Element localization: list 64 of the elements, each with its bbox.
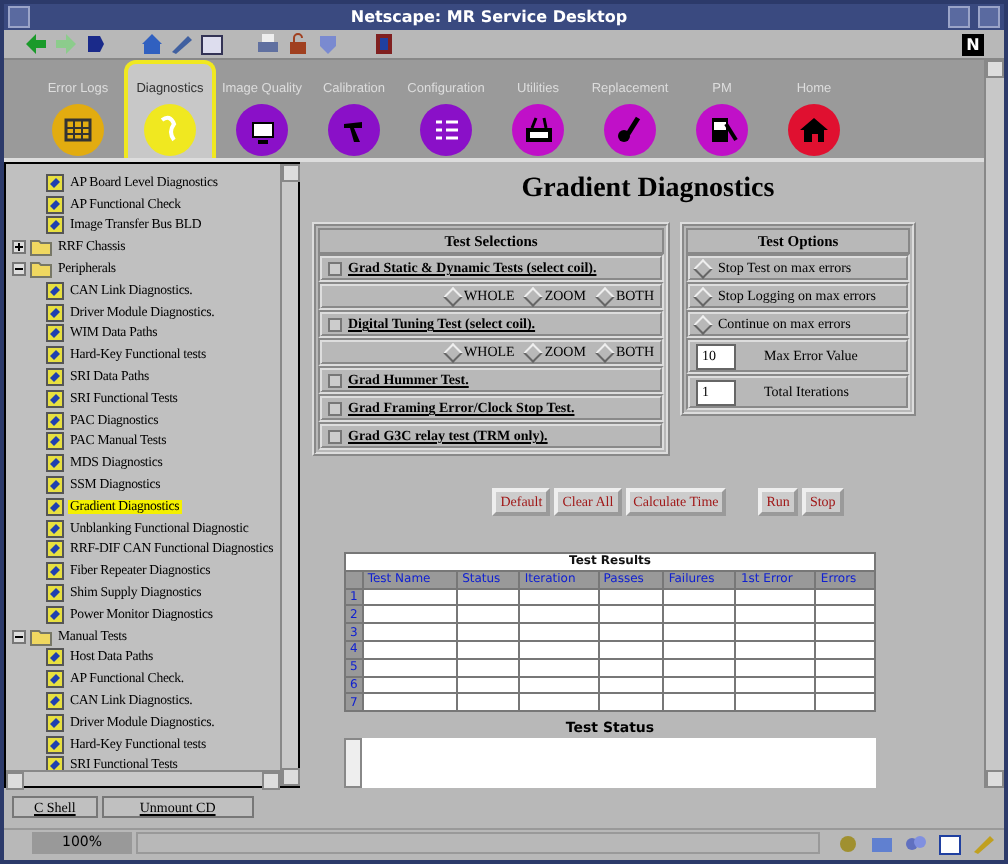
minimize-button[interactable] (948, 6, 970, 28)
test-icon (46, 584, 64, 603)
radio-button[interactable] (595, 286, 615, 306)
checkbox[interactable] (328, 401, 342, 415)
test-icon (46, 540, 64, 559)
people-icon[interactable] (904, 831, 928, 855)
test-icon (46, 562, 64, 581)
test-icon (46, 281, 64, 300)
test-icon (46, 497, 64, 516)
test-icon (46, 519, 64, 538)
folder-icon (30, 238, 52, 257)
checkbox[interactable] (328, 429, 342, 443)
tab-icon (420, 104, 472, 156)
test-icon (46, 389, 64, 408)
maximize-button[interactable] (978, 6, 1000, 28)
radio-button[interactable] (443, 286, 463, 306)
checkbox[interactable] (328, 373, 342, 387)
test-icon (46, 173, 64, 192)
test-icon (46, 735, 64, 754)
house-icon[interactable] (140, 32, 164, 56)
tab-icon (788, 104, 840, 156)
page-heading: Gradient Diagnostics (519, 174, 777, 206)
test-icon (46, 324, 64, 343)
checkbox[interactable] (328, 261, 342, 275)
test-icon (46, 368, 64, 387)
tab-icon (144, 104, 196, 156)
tab-icon (328, 104, 380, 156)
test-icon (46, 670, 64, 689)
browser-logo: N (962, 33, 984, 55)
back-arrow-icon[interactable] (24, 32, 48, 56)
test-icon (46, 432, 64, 451)
radio-button[interactable] (595, 342, 615, 362)
radio-button[interactable] (693, 258, 713, 278)
test-icon (46, 346, 64, 365)
collapse-icon[interactable] (12, 629, 26, 644)
tab-icon (604, 104, 656, 156)
window-title: Netscape: MR Service Desktop (348, 8, 630, 26)
test-icon (46, 713, 64, 732)
folder-icon (30, 627, 52, 646)
expand-icon[interactable] (12, 240, 26, 255)
tab-icon (236, 104, 288, 156)
tab-icon (512, 104, 564, 156)
radio-button[interactable] (693, 314, 713, 334)
tab-icon (52, 104, 104, 156)
test-icon (46, 648, 64, 667)
lock-icon[interactable] (286, 32, 310, 56)
radio-button[interactable] (443, 342, 463, 362)
radio-button[interactable] (523, 342, 544, 362)
test-icon (46, 605, 64, 624)
test-icon (46, 411, 64, 430)
checkbox[interactable] (328, 317, 342, 331)
collapse-icon[interactable] (12, 262, 26, 277)
folder-icon (30, 260, 52, 279)
tab-icon (696, 104, 748, 156)
radio-button[interactable] (523, 286, 544, 306)
test-icon (46, 476, 64, 495)
test-icon (46, 195, 64, 214)
test-icon (46, 454, 64, 473)
radio-button[interactable] (693, 286, 713, 306)
printer-icon[interactable] (256, 32, 280, 56)
test-icon (46, 303, 64, 322)
test-icon (46, 216, 64, 235)
window-menu-button[interactable] (8, 6, 30, 28)
test-icon (46, 692, 64, 711)
